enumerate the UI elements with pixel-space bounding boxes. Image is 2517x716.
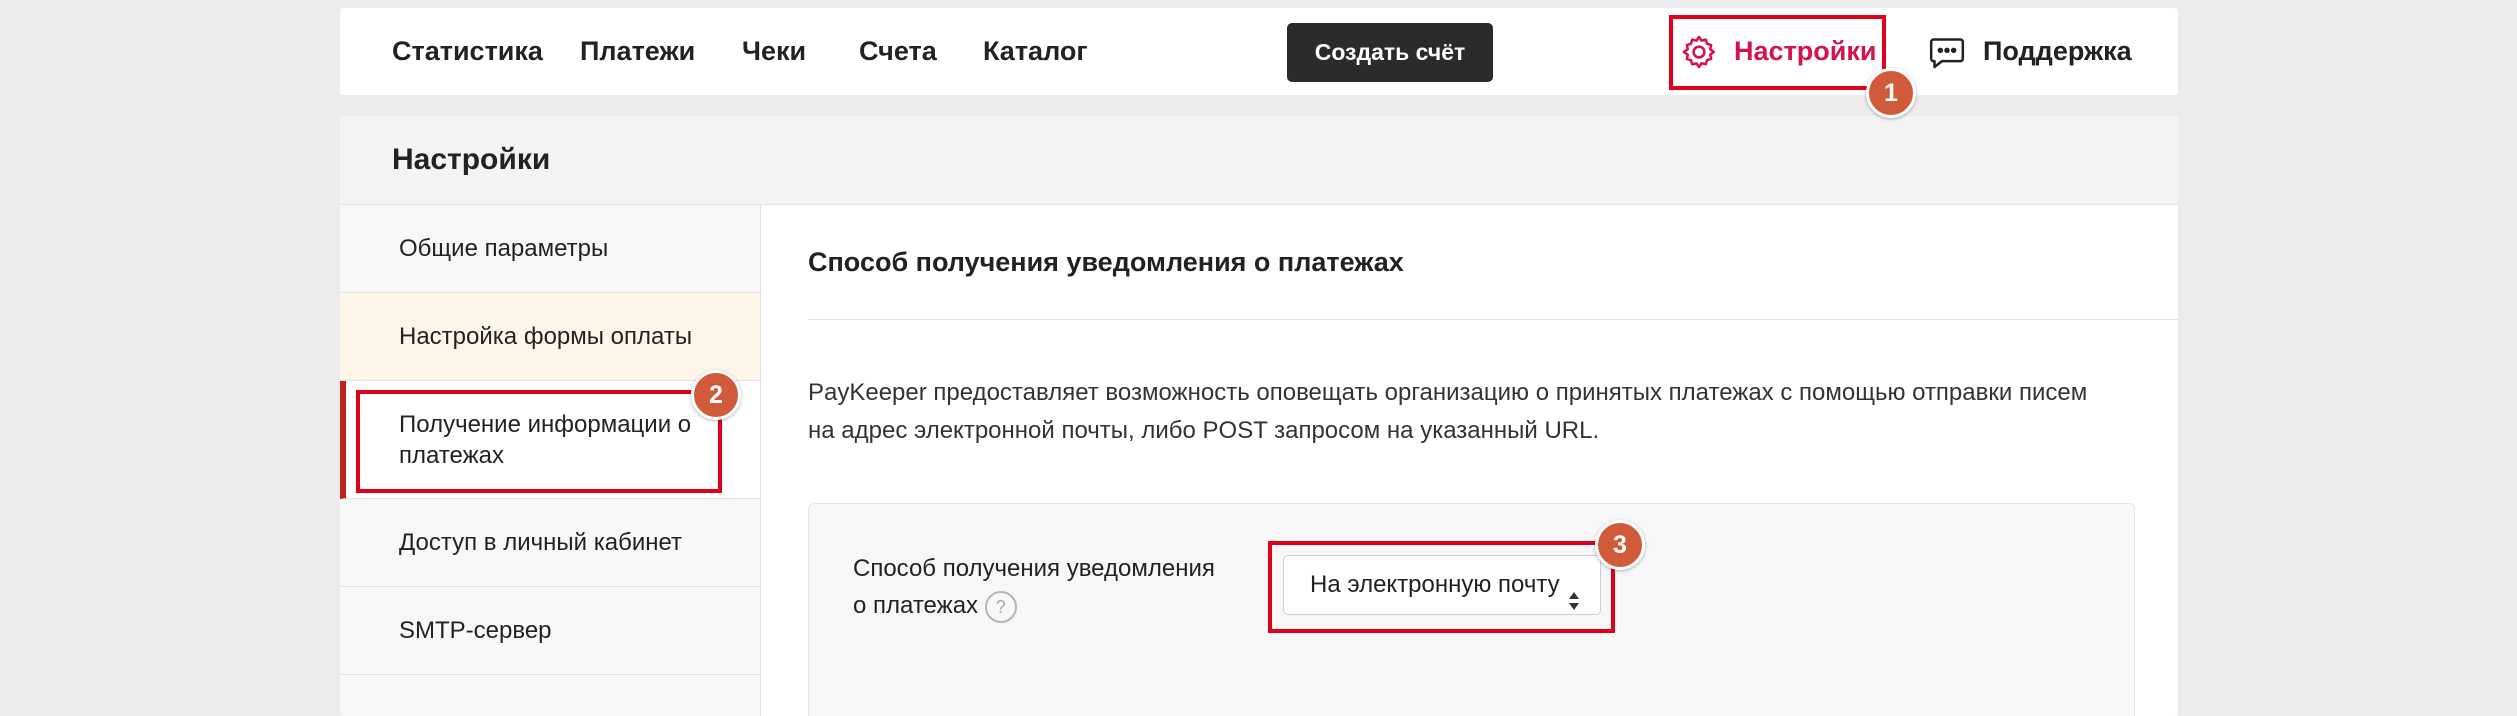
- settings-content: Способ получения уведомления о платежах …: [761, 205, 2178, 716]
- step-badge-3: 3: [1595, 520, 1645, 570]
- sidebar-item-smtp[interactable]: SMTP-сервер: [340, 587, 760, 675]
- panel-header: Настройки: [340, 116, 2178, 205]
- sidebar-item-account-access[interactable]: Доступ в личный кабинет: [340, 499, 760, 587]
- nav-receipts[interactable]: Чеки: [742, 8, 806, 95]
- highlight-settings: [1669, 15, 1886, 90]
- chat-bubble-icon: [1927, 32, 1967, 72]
- section-title: Способ получения уведомления о платежах: [808, 247, 1404, 277]
- nav-support[interactable]: Поддержка: [1927, 8, 2132, 95]
- sidebar-item-label: Доступ в личный кабинет: [399, 529, 683, 556]
- sidebar-item-label: Настройка формы оплаты: [399, 323, 693, 350]
- nav-catalog[interactable]: Каталог: [983, 8, 1088, 95]
- notification-method-label: Способ получения уведомления о платежах …: [853, 550, 1233, 624]
- nav-payments[interactable]: Платежи: [580, 8, 695, 95]
- sidebar-item-payment-form[interactable]: Настройка формы оплаты: [340, 293, 760, 381]
- sidebar-item-label: Общие параметры: [399, 235, 609, 262]
- highlight-select: [1268, 541, 1615, 633]
- highlight-sidebar-item: [356, 390, 722, 493]
- nav-statistics[interactable]: Статистика: [392, 8, 543, 95]
- section-description: PayKeeper предоставляет возможность опов…: [808, 379, 2088, 444]
- section-divider: [808, 319, 2178, 320]
- sidebar-item-label: SMTP-сервер: [399, 617, 552, 644]
- field-label-text: Способ получения уведомления о платежах: [853, 555, 1215, 619]
- step-badge-1: 1: [1866, 68, 1916, 118]
- nav-support-label: Поддержка: [1983, 36, 2132, 66]
- create-invoice-button[interactable]: Создать счёт: [1287, 23, 1493, 82]
- page-title: Настройки: [392, 143, 551, 176]
- help-icon[interactable]: ?: [984, 590, 1017, 623]
- sidebar-item-general[interactable]: Общие параметры: [340, 205, 760, 293]
- step-badge-2: 2: [691, 370, 741, 420]
- nav-invoices[interactable]: Счета: [859, 8, 937, 95]
